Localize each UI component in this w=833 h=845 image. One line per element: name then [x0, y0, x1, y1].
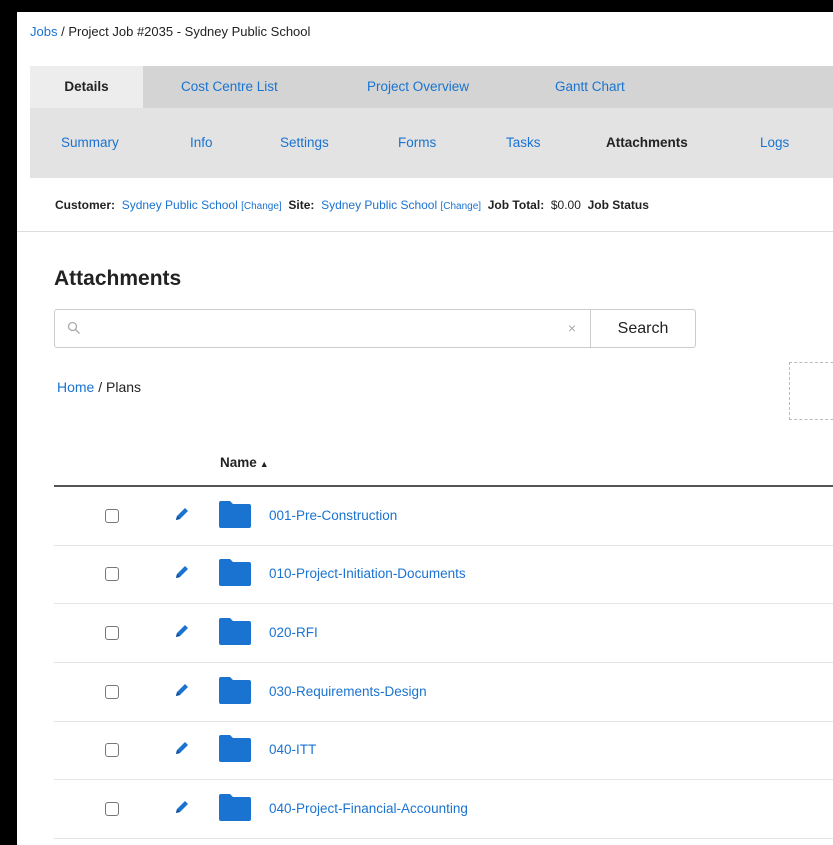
breadcrumb-current: Project Job #2035 - Sydney Public School [68, 24, 311, 39]
customer-label: Customer: [55, 198, 116, 212]
name-column-header[interactable]: Name ▲ [220, 455, 269, 470]
table-row: 010-Project-Initiation-Documents [54, 546, 833, 604]
customer-link[interactable]: Sydney Public School [122, 198, 238, 212]
main-tabs: Details Cost Centre List Project Overvie… [30, 66, 833, 108]
search-button[interactable]: Search [590, 309, 696, 348]
edit-pencil-icon[interactable] [174, 740, 190, 756]
folder-icon [219, 794, 251, 821]
table-row: 001-Pre-Construction [54, 488, 833, 546]
sub-tabs: Summary Info Settings Forms Tasks Attach… [30, 108, 833, 178]
site-link[interactable]: Sydney Public School [321, 198, 437, 212]
path-separator: / [94, 379, 107, 395]
subtab-attachments[interactable]: Attachments [606, 108, 688, 178]
tab-gantt-chart[interactable]: Gantt Chart [555, 66, 625, 108]
clear-search-icon[interactable]: × [568, 320, 576, 336]
job-total-value: $0.00 [550, 198, 581, 212]
row-checkbox[interactable] [105, 567, 119, 581]
row-checkbox[interactable] [105, 685, 119, 699]
search-icon [67, 321, 80, 334]
row-checkbox[interactable] [105, 509, 119, 523]
search-input[interactable]: × [54, 309, 591, 348]
folder-icon [219, 735, 251, 762]
table-row: 040-ITT [54, 722, 833, 780]
row-checkbox[interactable] [105, 626, 119, 640]
tab-project-overview[interactable]: Project Overview [367, 66, 469, 108]
sort-ascending-icon: ▲ [259, 459, 269, 469]
customer-change-link[interactable]: [Change] [241, 201, 282, 212]
edit-pencil-icon[interactable] [174, 682, 190, 698]
header-divider [54, 485, 833, 487]
folder-path: Home / Plans [57, 379, 141, 395]
tab-details[interactable]: Details [30, 66, 143, 108]
folder-name-link[interactable]: 020-RFI [269, 625, 318, 640]
page-title: Attachments [54, 267, 182, 290]
tab-cost-centre-list[interactable]: Cost Centre List [181, 66, 278, 108]
subtab-info[interactable]: Info [190, 108, 213, 178]
folder-name-link[interactable]: 040-ITT [269, 742, 316, 757]
table-row: 030-Requirements-Design [54, 664, 833, 722]
folder-icon [219, 677, 251, 704]
folder-name-link[interactable]: 040-Project-Financial-Accounting [269, 801, 468, 816]
upload-drop-zone[interactable] [789, 362, 833, 420]
edit-pencil-icon[interactable] [174, 623, 190, 639]
subtab-logs[interactable]: Logs [760, 108, 789, 178]
job-status-label: Job Status [587, 198, 649, 212]
table-row: 040-Project-Financial-Accounting [54, 781, 833, 839]
folder-icon [219, 618, 251, 645]
folder-icon [219, 559, 251, 586]
site-label: Site: [288, 198, 315, 212]
path-home-link[interactable]: Home [57, 379, 94, 395]
tab-bar: Details Cost Centre List Project Overvie… [30, 66, 833, 178]
row-checkbox[interactable] [105, 802, 119, 816]
site-change-link[interactable]: [Change] [440, 201, 481, 212]
subtab-summary[interactable]: Summary [61, 108, 119, 178]
name-column-label: Name [220, 455, 257, 470]
subtab-forms[interactable]: Forms [398, 108, 436, 178]
folder-name-link[interactable]: 010-Project-Initiation-Documents [269, 566, 466, 581]
breadcrumb-separator: / [57, 24, 69, 39]
job-total-label: Job Total: [487, 198, 545, 212]
path-current: Plans [106, 379, 142, 395]
subtab-settings[interactable]: Settings [280, 108, 329, 178]
breadcrumb: Jobs / Project Job #2035 - Sydney Public… [30, 24, 310, 39]
breadcrumb-jobs-link[interactable]: Jobs [30, 24, 57, 39]
edit-pencil-icon[interactable] [174, 506, 190, 522]
job-info-bar: Customer: Sydney Public School [Change] … [17, 178, 833, 232]
table-row: 020-RFI [54, 605, 833, 663]
folder-icon [219, 501, 251, 528]
app-frame: Jobs / Project Job #2035 - Sydney Public… [17, 12, 833, 845]
row-checkbox[interactable] [105, 743, 119, 757]
folder-name-link[interactable]: 030-Requirements-Design [269, 684, 427, 699]
edit-pencil-icon[interactable] [174, 799, 190, 815]
subtab-tasks[interactable]: Tasks [506, 108, 541, 178]
edit-pencil-icon[interactable] [174, 564, 190, 580]
folder-name-link[interactable]: 001-Pre-Construction [269, 508, 397, 523]
